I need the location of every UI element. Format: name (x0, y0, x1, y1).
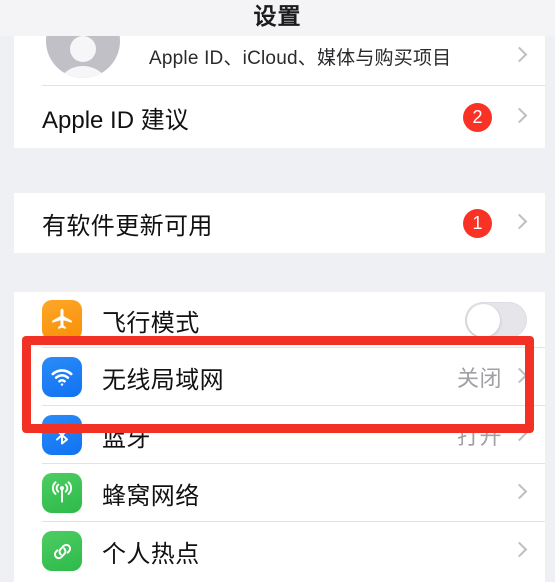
status-badge: 1 (463, 208, 492, 238)
list-item-cellular[interactable]: 蜂窝网络 (14, 464, 545, 522)
chevron-right-icon (514, 213, 525, 233)
list-item-personal-hotspot[interactable]: 个人热点 (14, 522, 545, 580)
list-item-label: Apple ID 建议 (42, 106, 189, 134)
list-item-label: 蜂窝网络 (102, 482, 200, 510)
apple-id-group: Apple ID、iCloud、媒体与购买项目 Apple ID 建议 2 (14, 4, 545, 148)
chevron-right-icon (514, 541, 525, 561)
list-item-bluetooth[interactable]: 蓝牙 打开 (14, 406, 545, 464)
list-item-label: 蓝牙 (102, 424, 151, 452)
settings-screen: 设置 Apple ID、iCloud、媒体与购买项目 Apple ID 建议 2… (0, 0, 555, 582)
software-update-group: 有软件更新可用 1 (14, 193, 545, 253)
bluetooth-status-value: 打开 (456, 424, 502, 449)
chevron-right-icon (514, 107, 525, 127)
cellular-icon (42, 473, 82, 513)
apple-id-subtitle: Apple ID、iCloud、媒体与购买项目 (149, 47, 452, 69)
list-item-airplane-mode[interactable]: 飞行模式 (14, 292, 545, 348)
list-item-wifi[interactable]: 无线局域网 关闭 (14, 348, 545, 406)
page-title: 设置 (253, 3, 302, 29)
list-item-label: 无线局域网 (102, 366, 224, 394)
navigation-bar: 设置 (0, 0, 555, 36)
airplane-icon (42, 300, 82, 340)
connectivity-group: 飞行模式 无线局域网 关闭 蓝牙 打开 蜂窝网络 个人热点 (14, 292, 545, 582)
list-item-software-update[interactable]: 有软件更新可用 1 (14, 193, 545, 253)
list-item-label: 有软件更新可用 (42, 212, 213, 240)
hotspot-icon (42, 531, 82, 571)
wifi-status-value: 关闭 (456, 366, 502, 391)
list-item-apple-id-suggestion[interactable]: Apple ID 建议 2 (14, 86, 545, 148)
status-badge: 2 (463, 102, 492, 132)
chevron-right-icon (514, 367, 525, 387)
bluetooth-icon (42, 415, 82, 455)
chevron-right-icon (514, 46, 525, 66)
list-item-label: 飞行模式 (102, 309, 200, 337)
wifi-icon (42, 357, 82, 397)
chevron-right-icon (514, 425, 525, 445)
chevron-right-icon (514, 483, 525, 503)
list-item-label: 个人热点 (102, 540, 200, 568)
airplane-mode-toggle[interactable] (465, 302, 527, 338)
